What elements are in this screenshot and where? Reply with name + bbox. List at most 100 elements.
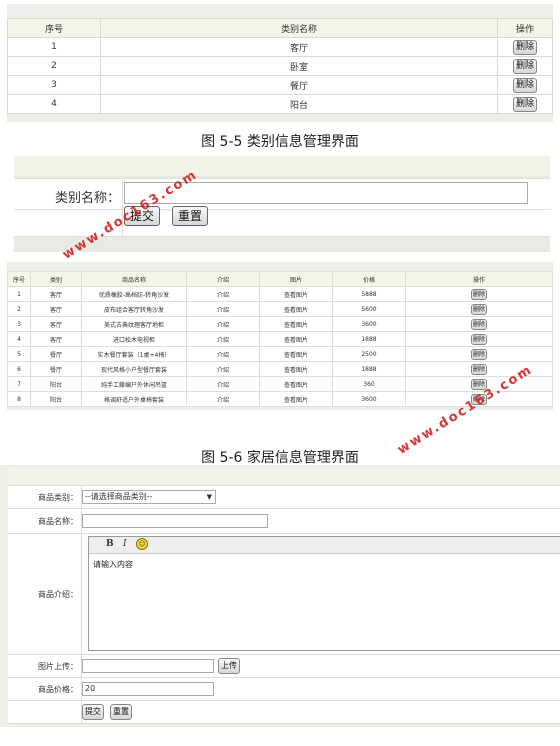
row-price: 1888 xyxy=(332,331,406,347)
emoji-icon[interactable]: ☺ xyxy=(136,538,148,550)
row-intro-link[interactable]: 介绍 xyxy=(186,361,260,377)
row-price: 1888 xyxy=(332,361,406,377)
image-upload-label: 图片上传： xyxy=(38,662,78,671)
form-header-bar xyxy=(14,156,550,176)
row-product-name: 格调舒适户外桌椅套装 xyxy=(81,391,187,407)
form-row-category-name: 类别名称： xyxy=(14,178,550,210)
table-row: 1 客厅 优质橡胶-高档纺-转角沙发 介绍 查看图片 5888 删除 xyxy=(7,286,553,302)
row-no: 5 xyxy=(7,346,31,362)
row-product-name: 实木餐厅套装（1桌+4椅） xyxy=(81,346,187,362)
row-product-name: 纯手工藤编户外休闲吊篮 xyxy=(81,376,187,392)
rich-text-editor[interactable]: B I ☺ 请输入内容 xyxy=(88,536,560,651)
row-category: 阳台 xyxy=(30,391,82,407)
delete-button[interactable]: 删除 xyxy=(513,39,537,55)
row-price: 5888 xyxy=(332,286,406,302)
row-product-name: 美式古典纹理客厅地柜 xyxy=(81,316,187,332)
row-view-image-link[interactable]: 查看图片 xyxy=(259,376,333,392)
col-header-no: 序号 xyxy=(7,271,31,287)
row-view-image-link[interactable]: 查看图片 xyxy=(259,331,333,347)
figure-caption-5-5: 图 5-5 类别信息管理界面 xyxy=(201,134,359,150)
delete-button[interactable]: 删除 xyxy=(471,288,487,300)
row-no: 6 xyxy=(7,361,31,377)
row-view-image-link[interactable]: 查看图片 xyxy=(259,286,333,302)
row-price: 2500 xyxy=(332,346,406,362)
row-view-image-link[interactable]: 查看图片 xyxy=(259,346,333,362)
delete-button[interactable]: 删除 xyxy=(513,96,537,112)
product-name-input[interactable] xyxy=(82,514,268,528)
table-row: 3 客厅 美式古典纹理客厅地柜 介绍 查看图片 3600 删除 xyxy=(7,316,553,332)
row-category-name: 餐厅 xyxy=(100,75,498,95)
table-row: 2 客厅 皮布组合客厅转角沙发 介绍 查看图片 5600 删除 xyxy=(7,301,553,317)
delete-button[interactable]: 删除 xyxy=(513,77,537,93)
form-header-bar xyxy=(8,469,560,485)
row-no: 4 xyxy=(7,331,31,347)
row-product-name: 优质橡胶-高档纺-转角沙发 xyxy=(81,286,187,302)
row-intro-link[interactable]: 介绍 xyxy=(186,301,260,317)
row-no: 2 xyxy=(7,301,31,317)
row-no: 8 xyxy=(7,391,31,407)
col-header-intro: 介绍 xyxy=(186,271,260,287)
row-category-name: 卧室 xyxy=(100,56,498,76)
delete-button[interactable]: 删除 xyxy=(471,348,487,360)
italic-icon[interactable]: I xyxy=(123,539,127,549)
table-row: 2 卧室 删除 xyxy=(7,56,553,76)
form-row-price: 商品价格： 20 xyxy=(8,677,560,700)
table-row: 1 客厅 删除 xyxy=(7,37,553,57)
chevron-down-icon: ▼ xyxy=(206,493,212,501)
row-view-image-link[interactable]: 查看图片 xyxy=(259,391,333,407)
product-name-label: 商品名称： xyxy=(38,517,78,526)
row-view-image-link[interactable]: 查看图片 xyxy=(259,361,333,377)
delete-button[interactable]: 删除 xyxy=(471,318,487,330)
price-input[interactable]: 20 xyxy=(82,682,214,696)
delete-button[interactable]: 删除 xyxy=(513,58,537,74)
row-view-image-link[interactable]: 查看图片 xyxy=(259,301,333,317)
category-name-label: 类别名称： xyxy=(54,191,120,206)
row-intro-link[interactable]: 介绍 xyxy=(186,346,260,362)
row-intro-link[interactable]: 介绍 xyxy=(186,316,260,332)
col-header-name: 类别名称 xyxy=(100,18,498,38)
row-no: 2 xyxy=(7,56,101,76)
col-header-no: 序号 xyxy=(7,18,101,38)
row-intro-link[interactable]: 介绍 xyxy=(186,286,260,302)
reset-button[interactable]: 重置 xyxy=(110,704,132,720)
table-row: 6 餐厅 现代风格小户型餐厅套装 介绍 查看图片 1888 删除 xyxy=(7,361,553,377)
col-header-action: 操作 xyxy=(497,18,553,38)
form-row-image-upload: 图片上传： 上传 xyxy=(8,654,560,677)
delete-button[interactable]: 删除 xyxy=(471,363,487,375)
delete-button[interactable]: 删除 xyxy=(471,303,487,315)
row-no: 4 xyxy=(7,94,101,114)
row-no: 3 xyxy=(7,316,31,332)
row-view-image-link[interactable]: 查看图片 xyxy=(259,316,333,332)
row-intro-link[interactable]: 介绍 xyxy=(186,331,260,347)
editor-toolbar: B I ☺ xyxy=(89,537,560,554)
table-row: 7 阳台 纯手工藤编户外休闲吊篮 介绍 查看图片 360 删除 xyxy=(7,376,553,392)
col-header-price: 价格 xyxy=(332,271,406,287)
bold-icon[interactable]: B xyxy=(106,539,114,549)
row-no: 3 xyxy=(7,75,101,95)
category-select[interactable]: --请选择商品类别-- ▼ xyxy=(82,490,216,504)
row-price: 3600 xyxy=(332,316,406,332)
row-product-name: 进口松木电视柜 xyxy=(81,331,187,347)
row-product-name: 现代风格小户型餐厅套装 xyxy=(81,361,187,377)
row-category: 客厅 xyxy=(30,301,82,317)
image-upload-input[interactable] xyxy=(82,659,214,673)
col-header-category: 类别 xyxy=(30,271,82,287)
editor-content: 请输入内容 xyxy=(93,560,133,569)
product-table: 序号 类别 商品名称 介绍 图片 价格 操作 1 客厅 优质橡胶-高档纺-转角沙发介… xyxy=(7,271,553,407)
row-price: 360 xyxy=(332,376,406,392)
form-row-buttons: 提交 重置 xyxy=(8,700,560,724)
row-intro-link[interactable]: 介绍 xyxy=(186,391,260,407)
row-no: 1 xyxy=(7,37,101,57)
row-no: 1 xyxy=(7,286,31,302)
row-no: 7 xyxy=(7,376,31,392)
product-intro-label: 商品介绍： xyxy=(38,590,78,599)
row-intro-link[interactable]: 介绍 xyxy=(186,376,260,392)
submit-button[interactable]: 提交 xyxy=(82,704,104,720)
reset-button[interactable]: 重置 xyxy=(172,206,208,226)
category-table: 序号 类别名称 操作 1 客厅 删除 2 卧室 删除 3 餐厅 删除 4 阳台 删除 xyxy=(7,18,553,114)
upload-button[interactable]: 上传 xyxy=(218,658,240,674)
delete-button[interactable]: 删除 xyxy=(471,333,487,345)
col-header-product-name: 商品名称 xyxy=(81,271,187,287)
price-label: 商品价格： xyxy=(38,685,78,694)
table-row: 4 客厅 进口松木电视柜 介绍 查看图片 1888 删除 xyxy=(7,331,553,347)
